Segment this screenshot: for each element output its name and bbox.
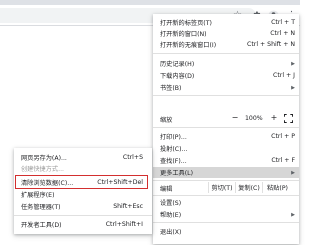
menu-item-label: 退出(X) [160, 229, 182, 236]
menu-item-label: 历史记录(H) [160, 61, 195, 68]
submenu-item-extensions[interactable]: 扩展程序(E) [14, 189, 152, 200]
menu-item-shortcut: Ctrl + N [270, 30, 295, 37]
menu-item-bookmarks[interactable]: 书签(B) ▶ [153, 82, 299, 93]
menu-item-new-tab[interactable]: 打开新的标签页(T) Ctrl + T [153, 17, 299, 28]
menu-separator [153, 53, 299, 54]
chevron-right-icon: ▶ [291, 211, 295, 218]
menu-item-new-incognito[interactable]: 打开新的无痕窗口(I) Ctrl + Shift + N [153, 39, 299, 50]
submenu-item-create-shortcut: 创建快捷方式... [14, 163, 152, 174]
paste-button[interactable]: 粘贴(P) [262, 182, 292, 193]
submenu-item-label: 扩展程序(E) [21, 192, 55, 199]
menu-item-shortcut: Ctrl + F [271, 157, 295, 164]
menu-item-settings[interactable]: 设置(S) [153, 197, 299, 208]
menu-separator [153, 127, 299, 128]
submenu-item-save-page[interactable]: 网页另存为(A)... Ctrl+S [14, 152, 152, 163]
menu-item-cast[interactable]: 投射(C)... [153, 143, 299, 154]
submenu-item-label: 网页另存为(A)... [21, 155, 67, 162]
menu-item-shortcut: Ctrl + T [271, 19, 295, 26]
fullscreen-icon[interactable] [283, 113, 294, 124]
menu-item-label: 下载内容(D) [160, 73, 195, 80]
highlight-box [15, 175, 148, 189]
menu-item-label: 书签(B) [160, 85, 182, 92]
submenu-item-shortcut: Shift+Esc [113, 203, 143, 210]
menu-item-label: 查找(F)... [160, 158, 187, 165]
menu-item-label: 投射(C)... [160, 146, 188, 153]
menu-item-exit[interactable]: 退出(X) [153, 226, 299, 237]
submenu-separator [14, 215, 152, 216]
submenu-item-task-manager[interactable]: 任务管理器(T) Shift+Esc [14, 201, 152, 212]
menu-item-new-window[interactable]: 打开新的窗口(N) Ctrl + N [153, 28, 299, 39]
menu-separator [153, 195, 299, 196]
menu-item-label: 设置(S) [160, 200, 182, 207]
submenu-item-label: 任务管理器(T) [21, 204, 61, 211]
menu-item-more-tools[interactable]: 更多工具(L) ▶ [153, 167, 299, 178]
zoom-label: 缩放 [160, 117, 173, 124]
submenu-item-label: 开发者工具(D) [21, 222, 62, 229]
edit-row: 编辑 剪切(T) 复制(C) 粘贴(P) [153, 182, 299, 193]
zoom-in-button[interactable]: + [269, 113, 279, 122]
submenu-item-label: 创建快捷方式... [21, 166, 65, 173]
menu-item-label: 更多工具(L) [160, 170, 194, 177]
menu-item-label: 帮助(E) [160, 212, 182, 219]
menu-item-downloads[interactable]: 下载内容(D) Ctrl + J [153, 70, 299, 81]
menu-item-shortcut: Ctrl + J [273, 72, 295, 79]
menu-item-label: 打印(P)... [160, 134, 187, 141]
menu-item-history[interactable]: 历史记录(H) ▶ [153, 58, 299, 69]
more-tools-submenu: 网页另存为(A)... Ctrl+S 创建快捷方式... 清除浏览数据(C)..… [14, 148, 152, 234]
menu-item-print[interactable]: 打印(P)... Ctrl + P [153, 131, 299, 142]
zoom-value: 100% [245, 115, 263, 122]
menu-item-label: 打开新的窗口(N) [160, 31, 207, 38]
menu-separator [153, 95, 299, 96]
submenu-item-shortcut: Ctrl+S [122, 154, 143, 161]
chrome-main-menu: 打开新的标签页(T) Ctrl + T 打开新的窗口(N) Ctrl + N 打… [153, 14, 299, 244]
submenu-item-shortcut: Ctrl+Shift+I [105, 221, 143, 228]
edit-label: 编辑 [160, 186, 173, 193]
cut-button[interactable]: 剪切(T) [208, 182, 235, 193]
chevron-right-icon: ▶ [291, 169, 295, 176]
chevron-right-icon: ▶ [291, 60, 295, 67]
menu-item-help[interactable]: 帮助(E) ▶ [153, 209, 299, 220]
copy-button[interactable]: 复制(C) [235, 182, 262, 193]
menu-separator [153, 180, 299, 181]
menu-separator [153, 222, 299, 223]
menu-item-shortcut: Ctrl + P [271, 133, 295, 140]
menu-item-shortcut: Ctrl + Shift + N [247, 41, 295, 48]
menu-item-find[interactable]: 查找(F)... Ctrl + F [153, 155, 299, 166]
zoom-row: 缩放 − 100% + [153, 112, 299, 125]
menu-item-label: 打开新的无痕窗口(I) [160, 42, 217, 49]
submenu-item-dev-tools[interactable]: 开发者工具(D) Ctrl+Shift+I [14, 219, 152, 230]
zoom-out-button[interactable]: − [230, 114, 240, 122]
chevron-right-icon: ▶ [291, 84, 295, 91]
menu-item-label: 打开新的标签页(T) [160, 20, 212, 27]
